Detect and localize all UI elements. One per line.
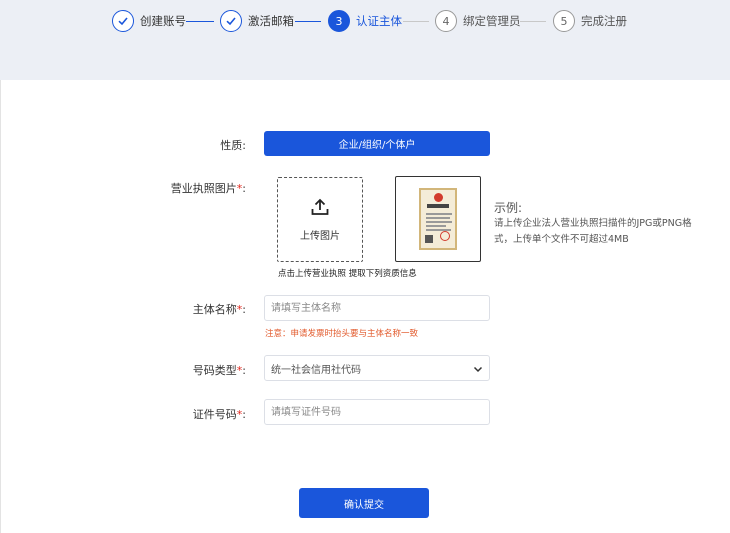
- step-connector: [295, 21, 321, 22]
- step-number: 4: [435, 10, 457, 32]
- step-verify-subject: 3 认证主体: [328, 10, 402, 32]
- id-number-label: 证件号码*:: [192, 408, 246, 421]
- code-type-label: 号码类型*:: [192, 364, 246, 377]
- step-connector: [520, 21, 546, 22]
- upload-text: 上传图片: [300, 231, 340, 242]
- step-bind-admin: 4 绑定管理员: [435, 10, 521, 32]
- upload-hint: 点击上传营业执照 提取下列资质信息: [278, 269, 417, 279]
- step-number: 3: [328, 10, 350, 32]
- subject-name-notice: 注意：申请发票时抬头要与主体名称一致: [265, 329, 419, 339]
- example-title: 示例:: [494, 201, 523, 215]
- step-connector: [186, 21, 214, 22]
- chevron-down-icon: [473, 359, 483, 378]
- license-label: 营业执照图片*:: [170, 182, 246, 195]
- subject-name-label: 主体名称*:: [192, 303, 246, 316]
- upload-icon: [310, 197, 330, 221]
- code-type-select[interactable]: 统一社会信用社代码: [264, 355, 490, 381]
- submit-button[interactable]: 确认提交: [299, 488, 429, 518]
- step-create-account: 创建账号: [112, 10, 186, 32]
- subject-name-input[interactable]: [264, 295, 490, 321]
- step-connector: [403, 21, 429, 22]
- registration-steps: 创建账号 激活邮箱 3 认证主体 4 绑定管理员 5 完成注册: [0, 0, 730, 80]
- step-label: 创建账号: [140, 14, 186, 28]
- nature-type-button[interactable]: 企业/组织/个体户: [264, 131, 490, 156]
- sample-license-image: [395, 176, 481, 262]
- verification-form: 性质: 企业/组织/个体户 营业执照图片*: 上传图片 示例: 请上传企业法人营…: [0, 80, 730, 533]
- step-label: 绑定管理员: [463, 14, 521, 28]
- step-complete: 5 完成注册: [553, 10, 627, 32]
- step-activate-email: 激活邮箱: [220, 10, 294, 32]
- check-icon: [220, 10, 242, 32]
- step-label: 认证主体: [356, 14, 402, 28]
- nature-label: 性质:: [220, 139, 246, 152]
- check-icon: [112, 10, 134, 32]
- id-number-input[interactable]: [264, 399, 490, 425]
- example-description: 请上传企业法人营业执照扫描件的JPG或PNG格式，上传单个文件不可超过4MB: [494, 218, 692, 245]
- license-upload-box[interactable]: 上传图片: [277, 177, 363, 262]
- business-license-illustration: [419, 188, 457, 250]
- step-label: 完成注册: [581, 14, 627, 28]
- step-label: 激活邮箱: [248, 14, 294, 28]
- step-number: 5: [553, 10, 575, 32]
- code-type-value: 统一社会信用社代码: [271, 364, 361, 376]
